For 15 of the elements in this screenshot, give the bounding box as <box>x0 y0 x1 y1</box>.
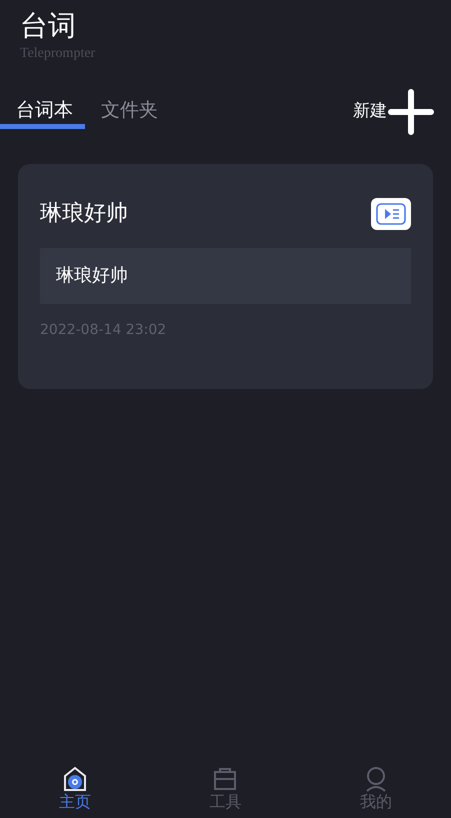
script-date: 2022-08-14 23:02 <box>40 321 168 340</box>
new-button[interactable]: 新建 <box>353 88 435 136</box>
toolbox-icon <box>212 766 238 792</box>
script-title: 琳琅好帅 <box>40 200 128 228</box>
nav-item[interactable]: 工具 <box>209 766 242 814</box>
tab[interactable]: 台词本 <box>0 96 85 128</box>
plus-icon <box>387 88 435 136</box>
nav-item[interactable]: 我的 <box>360 766 392 814</box>
script-card[interactable]: 琳琅好帅 琳琅好帅 2022-08-14 23:02 <box>18 164 433 389</box>
script-preview: 琳琅好帅 <box>40 248 411 304</box>
nav-item[interactable]: 主页 <box>59 766 92 814</box>
tab[interactable]: 文件夹 <box>97 96 162 128</box>
page-title: 台词 <box>20 8 77 44</box>
play-list-icon[interactable] <box>371 198 411 230</box>
home-icon <box>62 766 88 792</box>
